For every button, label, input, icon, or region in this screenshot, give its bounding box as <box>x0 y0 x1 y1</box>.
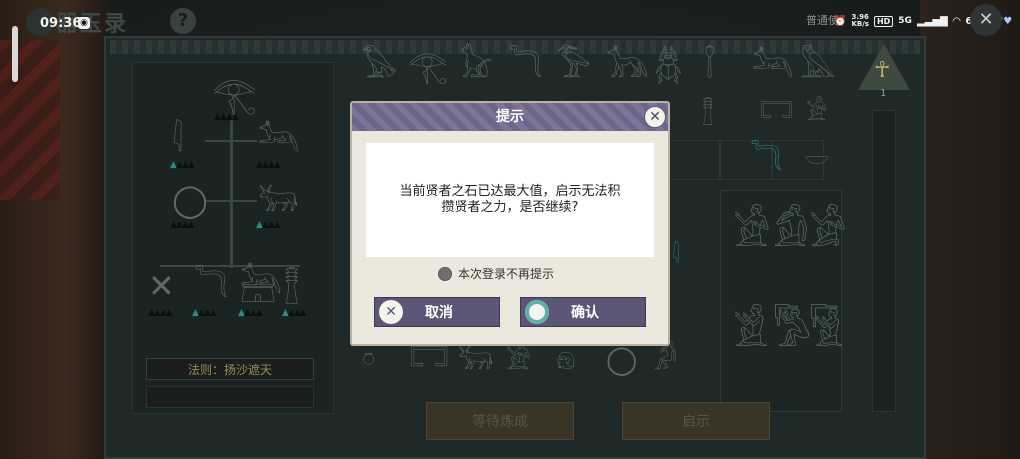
cancel-label: 取消 <box>425 305 453 321</box>
circle-icon <box>525 300 549 324</box>
dont-show-again-label: 本次登录不再提示 <box>458 267 555 281</box>
confirm-button[interactable]: 确认 <box>520 297 646 327</box>
alert-dialog: 提示 ✕ 当前贤者之石已达最大值，启示无法积攒贤者之力，是否继续? 本次登录不再… <box>350 101 670 346</box>
dialog-title: 提示 <box>496 109 524 125</box>
close-icon: ✕ <box>379 300 403 324</box>
dialog-message: 当前贤者之石已达最大值，启示无法积攒贤者之力，是否继续? <box>399 184 621 215</box>
confirm-label: 确认 <box>571 305 599 321</box>
dialog-body: 当前贤者之石已达最大值，启示无法积攒贤者之力，是否继续? <box>366 143 654 257</box>
dont-show-again-checkbox[interactable] <box>438 266 452 281</box>
cancel-button[interactable]: ✕ 取消 <box>374 297 500 327</box>
dont-show-again-row[interactable]: 本次登录不再提示 <box>438 265 554 282</box>
dialog-close-button[interactable]: ✕ <box>644 106 666 128</box>
